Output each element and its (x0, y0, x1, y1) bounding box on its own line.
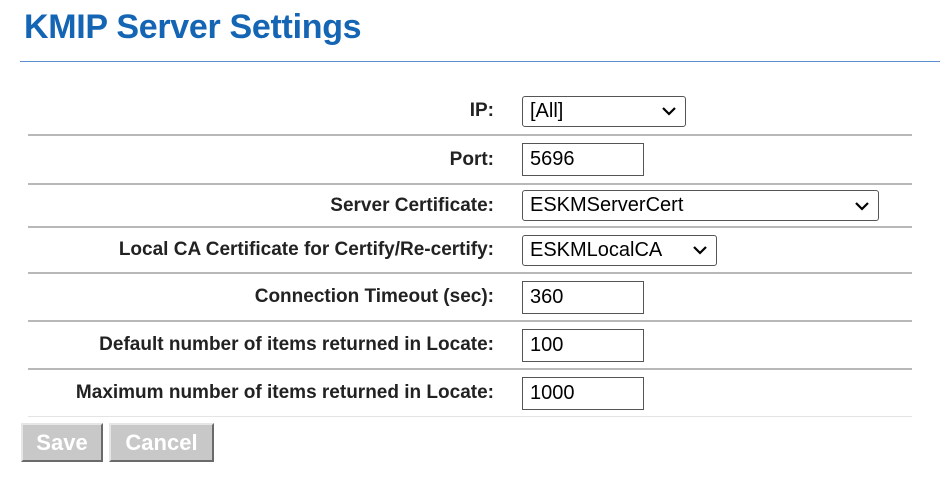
page-title: KMIP Server Settings (24, 8, 362, 46)
chevron-down-icon (693, 246, 707, 255)
max-items-row: Maximum number of items returned in Loca… (28, 370, 912, 417)
ip-label: IP: (469, 100, 494, 121)
cancel-button[interactable]: Cancel (109, 423, 214, 462)
title-divider (20, 61, 940, 62)
port-input[interactable] (522, 143, 644, 176)
local-ca-row: Local CA Certificate for Certify/Re-cert… (28, 228, 912, 274)
timeout-row: Connection Timeout (sec): (28, 274, 912, 322)
server-cert-row: Server Certificate: ESKMServerCert (28, 185, 912, 228)
server-cert-label: Server Certificate: (330, 194, 494, 216)
port-label: Port: (449, 148, 494, 170)
default-items-row: Default number of items returned in Loca… (28, 322, 912, 370)
default-items-label: Default number of items returned in Loca… (99, 334, 494, 355)
chevron-down-icon (855, 201, 869, 211)
server-cert-select-value: ESKMServerCert (530, 194, 684, 216)
local-ca-label: Local CA Certificate for Certify/Re-cert… (118, 239, 494, 260)
timeout-label: Connection Timeout (sec): (254, 286, 494, 307)
ip-select[interactable]: [All] (522, 95, 686, 127)
save-button[interactable]: Save (21, 423, 103, 462)
ip-select-value: [All] (530, 99, 564, 122)
max-items-label: Maximum number of items returned in Loca… (75, 382, 494, 403)
ip-row: IP: [All] (28, 88, 912, 136)
chevron-down-icon (662, 107, 676, 116)
timeout-input[interactable] (522, 280, 644, 314)
settings-form: IP: [All] Port: Server Certificate: ESKM… (28, 88, 912, 417)
default-items-input[interactable] (522, 328, 644, 362)
server-cert-select[interactable]: ESKMServerCert (522, 190, 879, 221)
form-buttons: Save Cancel (21, 423, 214, 462)
local-ca-select-value: ESKMLocalCA (530, 238, 663, 261)
local-ca-select[interactable]: ESKMLocalCA (522, 234, 717, 266)
max-items-input[interactable] (522, 376, 644, 410)
port-row: Port: (28, 136, 912, 185)
